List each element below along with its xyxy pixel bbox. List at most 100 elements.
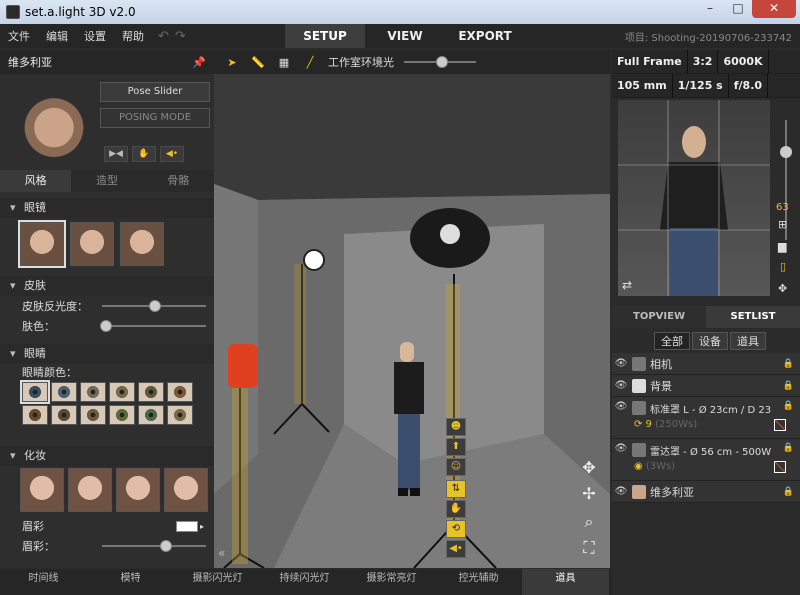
- sensor-select[interactable]: Full Frame: [612, 49, 688, 74]
- eye-color-swatch[interactable]: [167, 382, 193, 402]
- glasses-header[interactable]: 眼镜: [0, 198, 214, 218]
- model-tool-2-icon[interactable]: ⬆: [446, 438, 466, 456]
- tab-topview[interactable]: TOPVIEW: [612, 306, 706, 328]
- move-camera-icon[interactable]: ✥: [778, 282, 787, 295]
- line-icon[interactable]: ╱: [302, 56, 318, 69]
- select-arrow-icon[interactable]: ➤: [224, 56, 240, 69]
- tab-studio-flash[interactable]: 摄影闪光灯: [174, 569, 261, 595]
- pose-slider-button[interactable]: Pose Slider: [100, 82, 210, 102]
- undo-icon[interactable]: ↶: [158, 29, 169, 44]
- kelvin-select[interactable]: 6000K: [718, 49, 769, 74]
- tab-continuous-light[interactable]: 摄影常亮灯: [348, 569, 435, 595]
- tab-setup[interactable]: SETUP: [285, 24, 365, 48]
- tab-export[interactable]: EXPORT: [445, 24, 525, 48]
- filter-all[interactable]: 全部: [654, 332, 690, 350]
- redo-icon[interactable]: ↷: [175, 29, 186, 44]
- pose-tool-icon[interactable]: ✋: [446, 500, 466, 518]
- tab-models[interactable]: 模特: [87, 569, 174, 595]
- visibility-icon[interactable]: 👁: [612, 380, 630, 391]
- setlist-item-background[interactable]: 👁 背景 🔒: [612, 375, 800, 397]
- aperture-select[interactable]: f/8.0: [729, 73, 769, 98]
- zoom-icon[interactable]: ⌕: [578, 512, 600, 534]
- glasses-sun[interactable]: [120, 222, 164, 266]
- skin-color-knob[interactable]: [100, 320, 112, 332]
- studio-scene[interactable]: ☻ ⬆ ☺ ⇅ ✋ ⟲ ◀• ✥ ✢ ⌕ ⛶ «: [214, 74, 610, 568]
- setlist-item-camera[interactable]: 👁 相机 🔒: [612, 353, 800, 375]
- setlist-item-model[interactable]: 👁 维多利亚 🔒: [612, 481, 800, 503]
- ruler-icon[interactable]: 📏: [250, 56, 266, 69]
- maximize-button[interactable]: □: [724, 0, 752, 18]
- eye-color-swatch[interactable]: [80, 405, 106, 425]
- eye-color-swatch[interactable]: [51, 405, 77, 425]
- zoom-knob[interactable]: [780, 146, 792, 158]
- eye-color-swatch[interactable]: [20, 380, 50, 404]
- subtab-shape[interactable]: 造型: [71, 170, 142, 192]
- makeup-style-4[interactable]: [164, 468, 208, 512]
- setlist-item-beauty-dish[interactable]: 👁 雷达罩 - Ø 56 cm - 500W 🔒 ◉ (3Ws): [612, 439, 800, 481]
- makeup-style-3[interactable]: [116, 468, 160, 512]
- disable-icon[interactable]: [774, 461, 786, 473]
- eyebrow-color-swatch[interactable]: [176, 520, 198, 532]
- histogram-icon[interactable]: ▆: [778, 240, 786, 253]
- skin-gloss-knob[interactable]: [149, 300, 161, 312]
- direction-tool-icon[interactable]: ◀•: [446, 540, 466, 558]
- makeup-style-1[interactable]: [20, 468, 64, 512]
- subtab-style[interactable]: 风格: [0, 170, 72, 192]
- mirror-icon[interactable]: ▶◀: [104, 146, 128, 162]
- pan-icon[interactable]: ✢: [578, 484, 600, 506]
- lock-icon[interactable]: 🔒: [783, 381, 794, 391]
- lock-icon[interactable]: 🔒: [783, 359, 794, 369]
- menu-edit[interactable]: 编辑: [38, 28, 76, 44]
- 3d-viewport[interactable]: ➤ 📏 ▦ ╱ 工作室环境光 ☻ ⬆ ☺ ⇅ ✋ ⟲ ◀• ✥ ✢ ⌕ ⛶ «: [214, 50, 610, 568]
- eye-color-swatch[interactable]: [51, 382, 77, 402]
- fit-view-icon[interactable]: ⛶: [578, 538, 600, 560]
- tab-continuous-flash[interactable]: 持续闪光灯: [261, 569, 348, 595]
- posing-mode-button[interactable]: POSING MODE: [100, 108, 210, 128]
- orientation-icon[interactable]: ▯: [780, 260, 786, 273]
- ratio-select[interactable]: 3:2: [688, 49, 719, 74]
- lock-icon[interactable]: 🔒: [783, 443, 794, 453]
- close-button[interactable]: ✕: [752, 0, 796, 18]
- eye-color-swatch[interactable]: [109, 405, 135, 425]
- skin-color-slider[interactable]: [100, 320, 206, 332]
- disable-icon[interactable]: [774, 419, 786, 431]
- makeup-header[interactable]: 化妆: [0, 446, 214, 466]
- menu-file[interactable]: 文件: [0, 28, 38, 44]
- collapse-panel-icon[interactable]: «: [218, 546, 225, 560]
- tab-view[interactable]: VIEW: [365, 24, 445, 48]
- subtab-bones[interactable]: 骨骼: [143, 170, 214, 192]
- visibility-icon[interactable]: 👁: [612, 486, 630, 497]
- focal-select[interactable]: 105 mm: [612, 73, 673, 98]
- glasses-none[interactable]: [18, 220, 66, 268]
- rotate-model-icon[interactable]: ⟲: [446, 520, 466, 538]
- focus-points-icon[interactable]: ⊞: [778, 218, 787, 231]
- shutter-select[interactable]: 1/125 s: [673, 73, 729, 98]
- visibility-icon[interactable]: 👁: [612, 401, 630, 412]
- orbit-icon[interactable]: ✥: [578, 458, 600, 480]
- grid-icon[interactable]: ▦: [276, 56, 292, 69]
- pin-icon[interactable]: 📌: [192, 56, 206, 69]
- setlist-item-standard-reflector[interactable]: 👁 标准罩 L - Ø 23cm / D 23 🔒 ⟳ 9 (250Ws): [612, 397, 800, 439]
- skin-gloss-slider[interactable]: [102, 300, 206, 312]
- swap-icon[interactable]: ⇄: [622, 278, 632, 292]
- eye-color-swatch[interactable]: [167, 405, 193, 425]
- eyes-header[interactable]: 眼睛: [0, 344, 214, 364]
- visibility-icon[interactable]: 👁: [612, 443, 630, 454]
- visibility-icon[interactable]: 👁: [612, 358, 630, 369]
- glasses-clear[interactable]: [70, 222, 114, 266]
- tab-props[interactable]: 道具: [522, 569, 609, 595]
- filter-equipment[interactable]: 设备: [692, 332, 728, 350]
- eyebrow-knob[interactable]: [160, 540, 172, 552]
- height-adjust-icon[interactable]: ⇅: [446, 480, 466, 498]
- eye-color-swatch[interactable]: [80, 382, 106, 402]
- ambient-slider[interactable]: [404, 56, 476, 68]
- eye-color-swatch[interactable]: [138, 405, 164, 425]
- tab-setlist[interactable]: SETLIST: [706, 306, 800, 328]
- menu-help[interactable]: 帮助: [114, 28, 152, 44]
- tab-timeline[interactable]: 时间线: [0, 569, 87, 595]
- eye-color-swatch[interactable]: [138, 382, 164, 402]
- lock-icon[interactable]: 🔒: [783, 401, 794, 411]
- pose-icon[interactable]: ✋: [132, 146, 156, 162]
- filter-props[interactable]: 道具: [730, 332, 766, 350]
- tab-light-shapers[interactable]: 控光辅助: [435, 569, 522, 595]
